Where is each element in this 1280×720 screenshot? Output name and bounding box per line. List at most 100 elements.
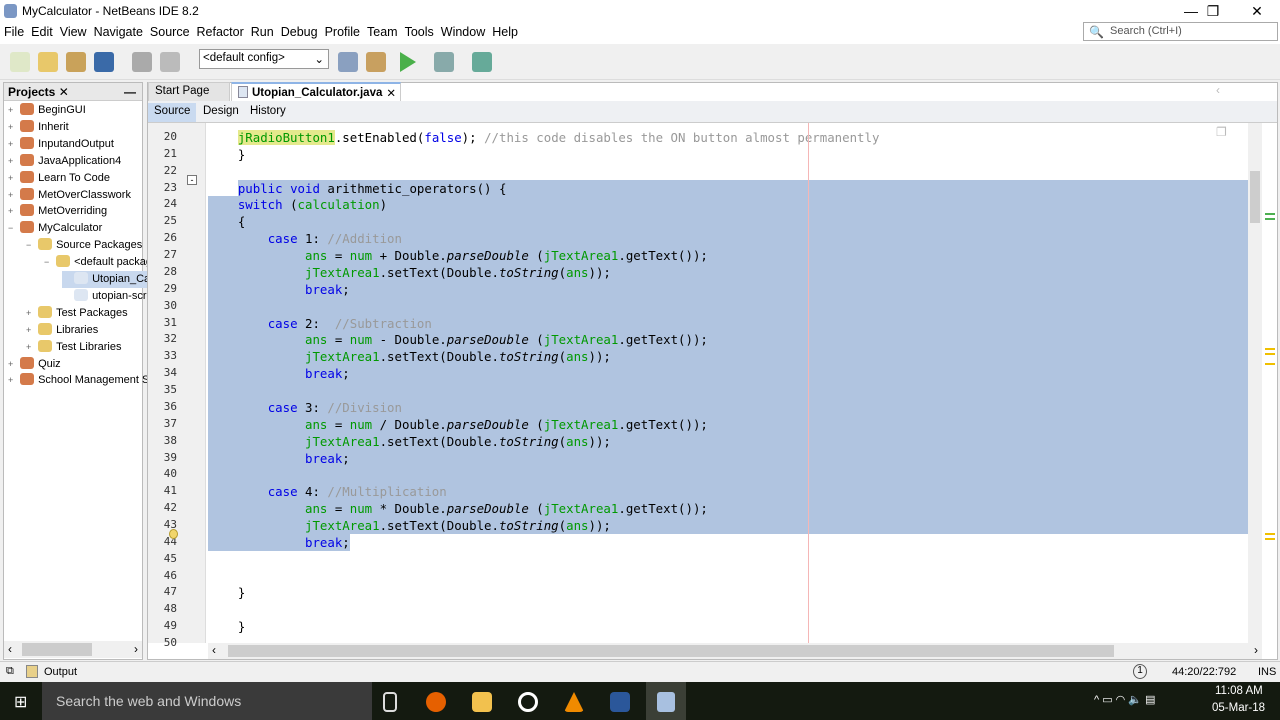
expand-toggle-icon[interactable]: − — [26, 237, 35, 254]
tree-item[interactable]: + InputandOutput — [8, 136, 114, 153]
close-tab-icon[interactable]: ✕ — [386, 86, 396, 100]
tree-item[interactable]: + Learn To Code — [8, 170, 110, 187]
maximize-button[interactable]: ❐ — [1190, 0, 1236, 22]
error-stripe-mark[interactable] — [1265, 363, 1275, 365]
windows-start-icon[interactable]: ⊞ — [14, 692, 27, 712]
menu-debug[interactable]: Debug — [277, 22, 321, 39]
source-view-button[interactable]: Source — [148, 103, 197, 122]
restore-window-icon[interactable]: ⧉ — [6, 665, 14, 678]
tab-start-page[interactable]: Start Page✕ — [148, 82, 241, 101]
error-stripe-mark[interactable] — [1265, 348, 1275, 350]
expand-toggle-icon[interactable]: + — [8, 170, 17, 187]
expand-toggle-icon[interactable]: + — [8, 187, 17, 204]
projects-hscrollbar[interactable]: ‹ › — [4, 641, 142, 658]
line-number: 42 — [163, 501, 177, 515]
build-icon[interactable] — [338, 52, 358, 72]
code-editor[interactable]: jRadioButton1.setEnabled(false); //this … — [208, 123, 1248, 643]
tree-item[interactable]: + MetOverClasswork — [8, 187, 131, 204]
menu-tools[interactable]: Tools — [401, 22, 437, 39]
tree-item[interactable]: − MyCalculator — [8, 220, 102, 237]
expand-toggle-icon[interactable]: + — [26, 322, 35, 339]
design-view-button[interactable]: Design — [197, 103, 245, 122]
error-stripe-mark[interactable] — [1265, 538, 1275, 540]
tree-item[interactable]: + Inherit — [8, 119, 69, 136]
output-window-button[interactable]: Output — [44, 666, 77, 678]
tree-item[interactable]: + MetOverriding — [8, 203, 107, 220]
debug-icon[interactable] — [434, 52, 454, 72]
menu-help[interactable]: Help — [488, 22, 521, 39]
menu-profile[interactable]: Profile — [321, 22, 363, 39]
expand-toggle-icon[interactable]: + — [8, 136, 17, 153]
tree-item[interactable]: + Test Libraries — [26, 339, 121, 356]
code-token: = — [327, 416, 350, 432]
error-stripe-mark[interactable] — [1265, 218, 1275, 220]
menu-file[interactable]: File — [0, 22, 27, 39]
menu-window[interactable]: Window — [437, 22, 488, 39]
lightbulb-hint-icon[interactable] — [169, 529, 178, 539]
menu-refactor[interactable]: Refactor — [193, 22, 247, 39]
expand-toggle-icon[interactable]: + — [8, 119, 17, 136]
open-project-icon[interactable] — [66, 52, 86, 72]
search-input[interactable]: Search (Ctrl+I) — [1083, 22, 1278, 41]
error-stripe-mark[interactable] — [1265, 353, 1275, 355]
expand-toggle-icon[interactable]: − — [8, 220, 17, 237]
error-stripe-mark[interactable] — [1265, 533, 1275, 535]
history-view-button[interactable]: History — [244, 103, 292, 122]
fold-collapse-icon[interactable]: - — [187, 175, 197, 185]
new-project-icon[interactable] — [38, 52, 58, 72]
code-token: ( — [282, 197, 298, 213]
redo-icon[interactable] — [160, 52, 180, 72]
expand-toggle-icon[interactable]: + — [8, 153, 17, 170]
editor-vscrollbar[interactable] — [1248, 123, 1262, 643]
expand-toggle-icon[interactable]: + — [8, 203, 17, 220]
taskbar-search[interactable]: Search the web and Windows — [42, 682, 372, 720]
tab-utopian-calculator[interactable]: Utopian_Calculator.java ✕ — [231, 82, 401, 101]
minimize-projects-button[interactable]: — — [124, 85, 136, 99]
netbeans-taskbar-button[interactable] — [646, 682, 686, 720]
tree-item[interactable]: + Test Packages — [26, 305, 128, 322]
tree-item[interactable]: − Source Packages — [26, 237, 142, 254]
menu-source[interactable]: Source — [146, 22, 193, 39]
menu-team[interactable]: Team — [363, 22, 401, 39]
clean-build-icon[interactable] — [366, 52, 386, 72]
profile-icon[interactable] — [472, 52, 492, 72]
notifications-badge[interactable]: 1 — [1133, 664, 1147, 679]
menu-edit[interactable]: Edit — [27, 22, 56, 39]
expand-toggle-icon[interactable]: + — [26, 339, 35, 356]
expand-toggle-icon[interactable]: + — [26, 305, 35, 322]
menu-view[interactable]: View — [56, 22, 90, 39]
file-explorer-icon[interactable] — [472, 692, 492, 712]
editor-hscrollbar[interactable]: ‹ › — [208, 643, 1262, 659]
expand-toggle-icon[interactable]: − — [44, 254, 53, 271]
close-button[interactable]: ✕ — [1234, 0, 1280, 22]
expand-toggle-icon[interactable]: + — [8, 102, 17, 119]
clock-date[interactable]: 05-Mar-18 — [1212, 702, 1265, 714]
code-line: break; — [208, 365, 350, 382]
task-view-icon[interactable] — [383, 692, 397, 712]
menu-run[interactable]: Run — [247, 22, 277, 39]
error-stripe-mark[interactable] — [1265, 213, 1275, 215]
tree-item[interactable]: + Libraries — [26, 322, 98, 339]
word-icon[interactable] — [610, 692, 630, 712]
menu-navigate[interactable]: Navigate — [90, 22, 146, 39]
code-token: jTextArea1 — [304, 433, 380, 449]
tree-item[interactable]: + BeginGUI — [8, 102, 86, 119]
expand-toggle-icon[interactable]: + — [8, 356, 17, 373]
clock-time[interactable]: 11:08 AM — [1215, 685, 1263, 697]
run-icon[interactable] — [400, 52, 416, 72]
save-all-icon[interactable] — [94, 52, 114, 72]
firefox-icon[interactable] — [426, 692, 446, 712]
tree-item[interactable]: + Quiz — [8, 356, 61, 373]
new-file-icon[interactable] — [10, 52, 30, 72]
system-tray-icons[interactable]: ^ ▭ ◠ 🔈 ▤ — [1094, 693, 1155, 706]
config-select[interactable]: <default config> ⌄ — [199, 49, 329, 69]
media-player-icon[interactable] — [518, 692, 538, 712]
code-token: toString — [498, 518, 559, 533]
close-projects-button[interactable]: ✕ — [59, 85, 69, 99]
expand-toggle-icon[interactable]: + — [8, 372, 17, 389]
undo-icon[interactable] — [132, 52, 152, 72]
line-number: 35 — [163, 383, 177, 397]
tree-item[interactable]: + JavaApplication4 — [8, 153, 121, 170]
